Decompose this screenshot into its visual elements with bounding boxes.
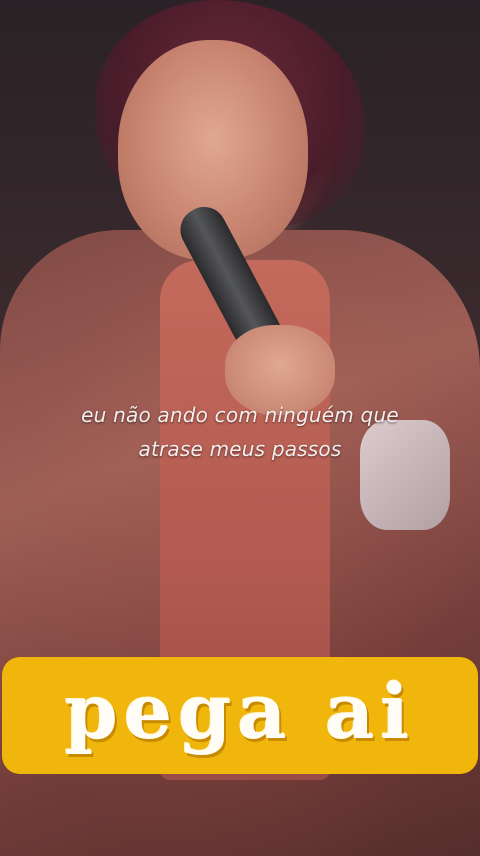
banner-text: pega ai [64, 667, 416, 756]
caption-banner: pega ai [2, 657, 478, 774]
subtitle-line-1: eu não ando com ninguém que [81, 403, 399, 427]
video-subtitle: eu não ando com ninguém que atrase meus … [0, 398, 480, 466]
video-frame[interactable]: eu não ando com ninguém que atrase meus … [0, 0, 480, 856]
subtitle-line-2: atrase meus passos [138, 437, 342, 461]
